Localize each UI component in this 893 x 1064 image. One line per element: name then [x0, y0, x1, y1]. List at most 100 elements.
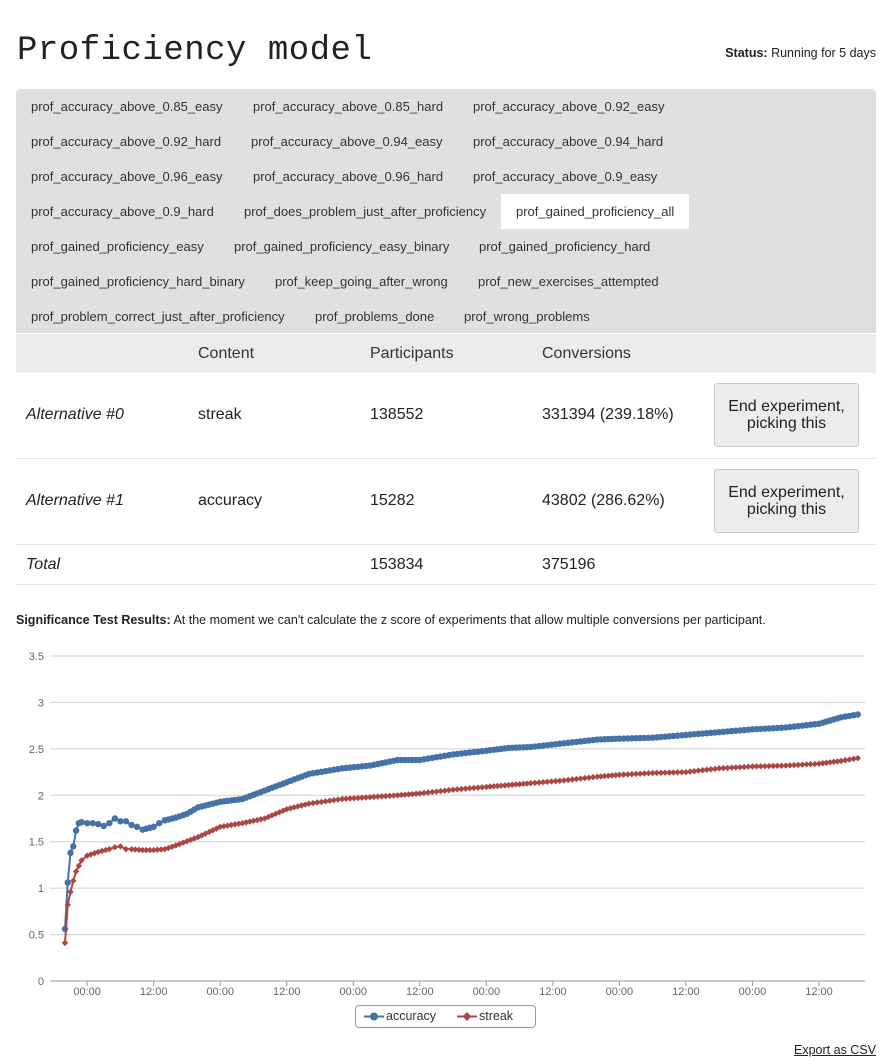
data-point-streak — [61, 939, 69, 947]
tab-prof-accuracy-above-0-92-easy[interactable]: prof_accuracy_above_0.92_easy — [458, 89, 680, 124]
tab-prof-gained-proficiency-hard-binary[interactable]: prof_gained_proficiency_hard_binary — [16, 264, 260, 299]
status-label: Status: — [725, 46, 768, 60]
tab-prof-wrong-problems[interactable]: prof_wrong_problems — [449, 299, 605, 334]
tab-prof-problems-done[interactable]: prof_problems_done — [300, 299, 449, 334]
tab-prof-problem-correct-just-after-proficiency[interactable]: prof_problem_correct_just_after_proficie… — [16, 299, 300, 334]
tab-prof-new-exercises-attempted[interactable]: prof_new_exercises_attempted — [463, 264, 674, 299]
alternative-conversions: 331394 (239.18%) — [542, 406, 674, 423]
data-point-accuracy — [128, 821, 135, 829]
legend-label: accuracy — [386, 1009, 437, 1023]
tab-prof-gained-proficiency-hard[interactable]: prof_gained_proficiency_hard — [464, 229, 665, 264]
conversion-chart: 0 0.5 1 1.5 2 2.5 3 3.5 00:00 12:00 00:00 12:00 00:0… — [29, 651, 865, 998]
data-point-accuracy — [156, 819, 163, 827]
tab-prof-accuracy-above-0-94-hard[interactable]: prof_accuracy_above_0.94_hard — [458, 124, 678, 159]
data-point-streak — [111, 844, 119, 851]
tab-prof-accuracy-above-0-96-hard[interactable]: prof_accuracy_above_0.96_hard — [238, 159, 458, 194]
data-point-accuracy — [64, 879, 71, 886]
alternative-name: Alternative #1 — [26, 492, 124, 509]
data-point-accuracy — [72, 827, 80, 834]
y-tick-label: 0.5 — [29, 930, 44, 942]
tab-prof-accuracy-above-0-96-easy[interactable]: prof_accuracy_above_0.96_easy — [16, 159, 238, 194]
tab-prof-gained-proficiency-easy-binary[interactable]: prof_gained_proficiency_easy_binary — [219, 229, 464, 264]
tab-prof-accuracy-above-0-92-hard[interactable]: prof_accuracy_above_0.92_hard — [16, 124, 236, 159]
data-point-accuracy — [106, 819, 113, 827]
export-csv-link[interactable]: Export as CSV — [794, 1043, 876, 1057]
status-value: Running for 5 days — [771, 46, 876, 60]
alternative-content: streak — [198, 406, 242, 423]
tab-prof-accuracy-above-0-94-easy[interactable]: prof_accuracy_above_0.94_easy — [236, 124, 458, 159]
tab-prof-accuracy-above-0-85-hard[interactable]: prof_accuracy_above_0.85_hard — [238, 89, 458, 124]
table-row-alternative-1: Alternative #1 accuracy 15282 43802 (286… — [16, 459, 876, 545]
chart-legend: accuracy streak — [355, 1005, 536, 1028]
x-tick-label: 12:00 — [140, 986, 168, 998]
page-title: Proficiency model — [17, 32, 373, 70]
significance-results: Significance Test Results: At the moment… — [16, 613, 766, 627]
end-experiment-button[interactable]: End experiment, picking this — [714, 469, 859, 533]
data-point-accuracy — [122, 818, 130, 825]
alternative-name: Alternative #0 — [26, 406, 124, 423]
series-line-accuracy — [64, 713, 858, 930]
significance-label: Significance Test Results: — [16, 613, 171, 627]
data-point-accuracy — [854, 711, 861, 718]
legend-label: streak — [479, 1009, 514, 1023]
data-point-accuracy — [89, 819, 96, 827]
circle-marker-icon — [364, 1012, 384, 1021]
total-label: Total — [26, 556, 61, 573]
data-point-accuracy — [133, 823, 141, 831]
total-participants: 153834 — [370, 556, 424, 573]
data-point-accuracy — [70, 843, 77, 850]
data-point-streak — [854, 754, 861, 762]
tab-prof-gained-proficiency-easy[interactable]: prof_gained_proficiency_easy — [16, 229, 219, 264]
y-tick-label: 1.5 — [29, 837, 44, 849]
y-tick-label: 3 — [38, 697, 44, 709]
header-conversions: Conversions — [542, 345, 631, 362]
data-point-accuracy — [117, 818, 124, 825]
data-point-streak — [70, 877, 77, 884]
y-tick-label: 1 — [38, 883, 44, 895]
y-tick-label: 0 — [38, 976, 44, 988]
data-point-accuracy — [67, 849, 74, 857]
header-content: Content — [198, 345, 255, 362]
x-tick-label: 00:00 — [340, 986, 368, 998]
y-tick-label: 3.5 — [29, 651, 44, 663]
table-header: Content Participants Conversions — [16, 334, 876, 373]
data-point-accuracy — [83, 819, 91, 827]
alternative-participants: 138552 — [370, 406, 424, 423]
x-tick-label: 00:00 — [73, 986, 101, 998]
tab-prof-gained-proficiency-all[interactable]: prof_gained_proficiency_all — [501, 194, 690, 229]
table-row-total: Total 153834 375196 — [16, 545, 876, 585]
data-point-streak — [117, 843, 124, 850]
data-point-streak — [75, 862, 83, 870]
y-tick-label: 2.5 — [29, 744, 44, 756]
data-point-accuracy — [100, 822, 107, 830]
x-tick-label: 12:00 — [406, 986, 434, 998]
x-tick-label: 12:00 — [539, 986, 567, 998]
x-tick-label: 00:00 — [206, 986, 234, 998]
alternative-conversions: 43802 (286.62%) — [542, 492, 665, 509]
alternative-participants: 15282 — [370, 492, 415, 509]
experiment-tabs: prof_accuracy_above_0.85_easy prof_accura… — [16, 89, 876, 333]
data-point-accuracy — [95, 820, 102, 828]
x-tick-label: 00:00 — [473, 986, 501, 998]
tab-prof-accuracy-above-0-9-easy[interactable]: prof_accuracy_above_0.9_easy — [458, 159, 672, 194]
x-tick-label: 12:00 — [273, 986, 301, 998]
tab-prof-keep-going-after-wrong[interactable]: prof_keep_going_after_wrong — [260, 264, 463, 299]
header-participants: Participants — [370, 345, 454, 362]
x-tick-label: 00:00 — [739, 986, 767, 998]
significance-text: At the moment we can't calculate the z s… — [173, 613, 766, 627]
y-tick-label: 2 — [38, 790, 44, 802]
end-experiment-button[interactable]: End experiment, picking this — [714, 383, 859, 447]
x-tick-label: 00:00 — [606, 986, 634, 998]
table-row-alternative-0: Alternative #0 streak 138552 331394 (239… — [16, 373, 876, 459]
tab-prof-accuracy-above-0-9-hard[interactable]: prof_accuracy_above_0.9_hard — [16, 194, 229, 229]
total-conversions: 375196 — [542, 556, 596, 573]
data-point-accuracy — [78, 819, 85, 826]
x-tick-label: 12:00 — [672, 986, 700, 998]
alternative-content: accuracy — [198, 492, 263, 509]
x-tick-label: 12:00 — [805, 986, 833, 998]
tab-prof-does-problem-just-after-proficiency[interactable]: prof_does_problem_just_after_proficiency — [229, 194, 501, 229]
tab-prof-accuracy-above-0-85-easy[interactable]: prof_accuracy_above_0.85_easy — [16, 89, 238, 124]
series-line-streak — [64, 757, 858, 943]
experiment-status: Status: Running for 5 days — [725, 46, 876, 60]
data-point-accuracy — [150, 823, 157, 831]
